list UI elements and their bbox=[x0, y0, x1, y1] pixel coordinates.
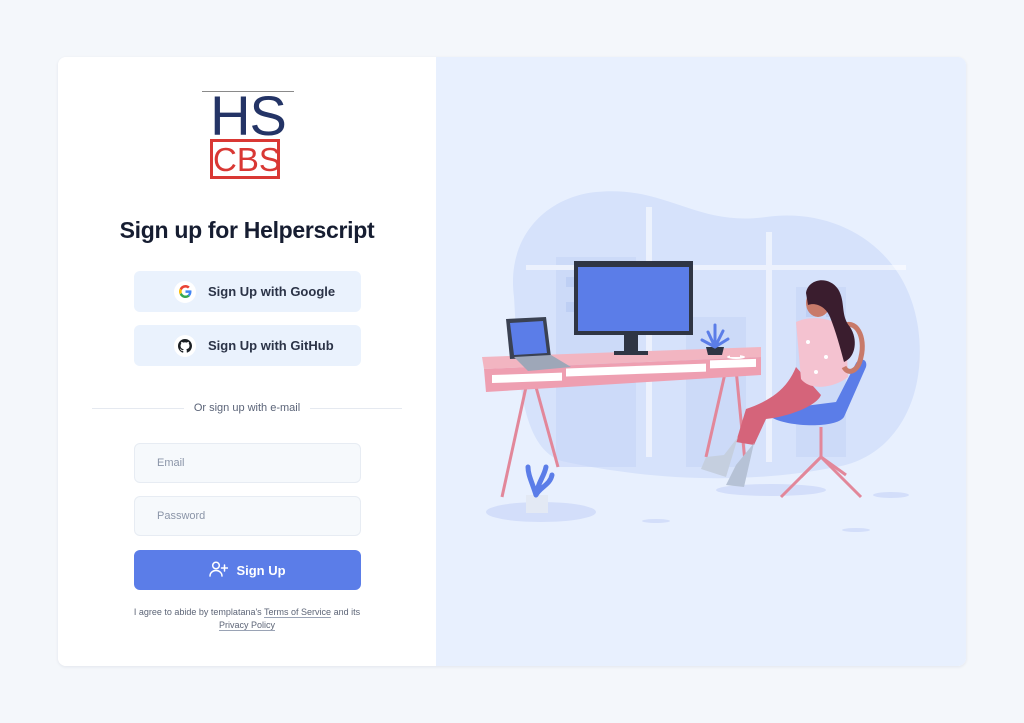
github-signup-label: Sign Up with GitHub bbox=[208, 338, 334, 353]
logo-cbs-text: CBS bbox=[210, 139, 281, 179]
helperscript-logo: HS CBS bbox=[202, 87, 294, 185]
user-plus-icon bbox=[209, 560, 229, 580]
terms-prefix: I agree to abide by templatana's bbox=[133, 607, 262, 617]
signup-card: HS CBS Sign up for Helperscript Sign Up … bbox=[58, 57, 966, 666]
terms-middle: and its bbox=[333, 607, 361, 617]
illustration-panel bbox=[436, 57, 966, 666]
github-signup-button[interactable]: Sign Up with GitHub bbox=[134, 325, 361, 366]
divider-text: Or sign up with e-mail bbox=[193, 402, 301, 414]
google-signup-button[interactable]: Sign Up with Google bbox=[134, 271, 361, 312]
terms-of-service-link[interactable]: Terms of Service bbox=[264, 607, 332, 618]
signup-button-label: Sign Up bbox=[236, 562, 286, 578]
password-field[interactable] bbox=[134, 496, 361, 536]
page-title: Sign up for Helperscript bbox=[119, 217, 375, 243]
google-icon bbox=[174, 280, 196, 303]
signup-form-panel: HS CBS Sign up for Helperscript Sign Up … bbox=[58, 57, 436, 666]
woman-at-desk-illustration bbox=[482, 191, 920, 532]
divider-line-left bbox=[92, 407, 184, 409]
google-signup-label: Sign Up with Google bbox=[208, 284, 336, 299]
email-field[interactable] bbox=[134, 443, 361, 483]
or-divider: Or sign up with e-mail bbox=[92, 400, 402, 416]
terms-notice: I agree to abide by templatana's Terms o… bbox=[118, 606, 376, 632]
signup-button[interactable]: Sign Up bbox=[134, 550, 361, 590]
github-icon bbox=[174, 334, 196, 357]
privacy-policy-link[interactable]: Privacy Policy bbox=[218, 620, 275, 631]
divider-line-right bbox=[310, 407, 402, 409]
logo-hs-text: HS bbox=[210, 84, 287, 147]
